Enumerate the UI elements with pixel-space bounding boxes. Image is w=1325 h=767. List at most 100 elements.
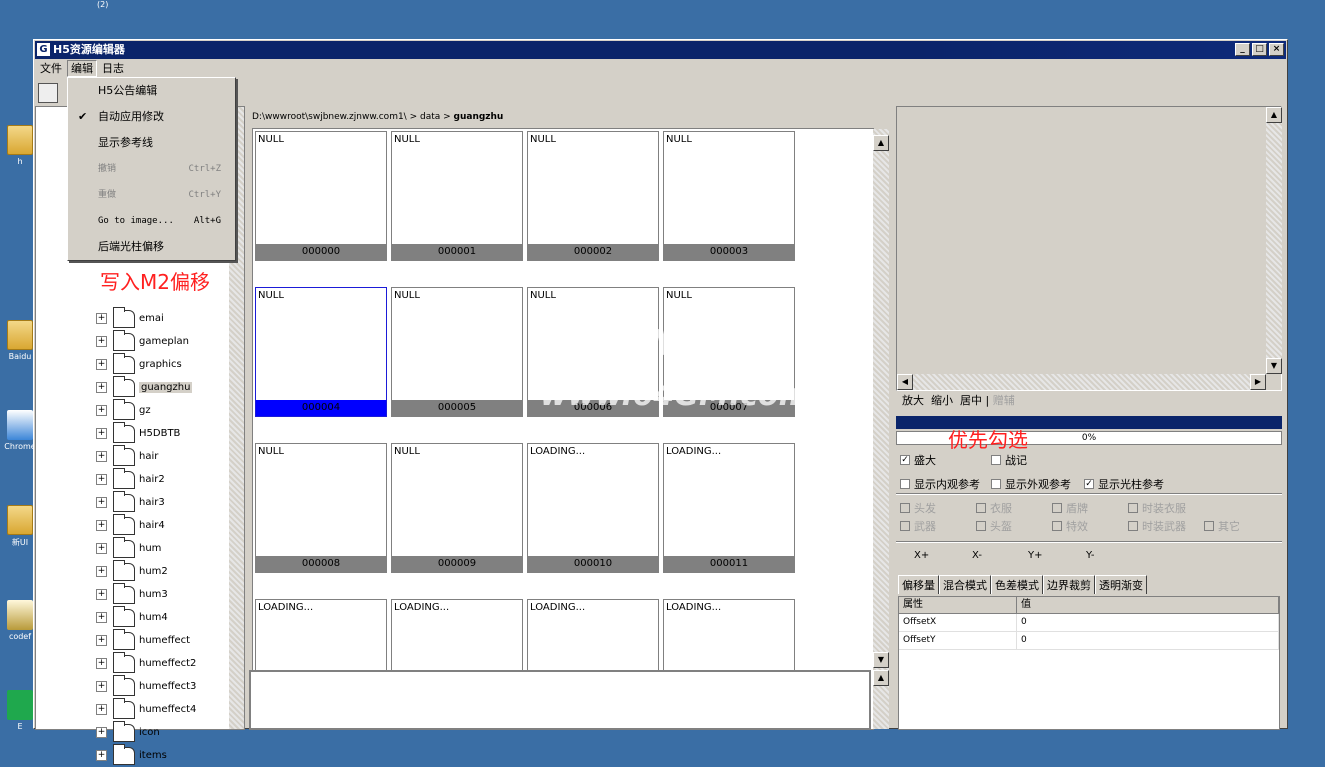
tab[interactable]: 边界裁剪 bbox=[1043, 575, 1095, 594]
title-bar[interactable]: G H5资源编辑器 _ □ × bbox=[35, 41, 1286, 59]
tab[interactable]: 混合模式 bbox=[939, 575, 991, 594]
checkbox-icon[interactable] bbox=[900, 479, 910, 489]
preview-hscrollbar[interactable] bbox=[897, 374, 1266, 390]
image-cell[interactable]: NULL 000003 bbox=[663, 131, 795, 261]
expand-icon[interactable]: + bbox=[96, 635, 107, 646]
menu-log[interactable]: 日志 bbox=[99, 60, 127, 78]
checkbox-icon[interactable]: ✓ bbox=[900, 455, 910, 465]
expand-icon[interactable]: + bbox=[96, 359, 107, 370]
tree-item[interactable]: + hum3 bbox=[96, 582, 168, 606]
grid-scroll-up[interactable]: ▲ bbox=[873, 135, 889, 151]
option-checkbox[interactable]: ✓ 显示光柱参考 bbox=[1084, 476, 1164, 492]
menu-item[interactable]: 重做 Ctrl+Y bbox=[68, 182, 235, 208]
expand-icon[interactable]: + bbox=[96, 497, 107, 508]
preview-vscrollbar[interactable] bbox=[1266, 107, 1282, 374]
image-cell[interactable]: NULL 000005 bbox=[391, 287, 523, 417]
expand-icon[interactable]: + bbox=[96, 681, 107, 692]
image-cell[interactable]: NULL 000004 bbox=[255, 287, 387, 417]
grid2-scroll-up[interactable]: ▲ bbox=[873, 670, 889, 686]
tree-item[interactable]: + humeffect3 bbox=[96, 674, 196, 698]
tab[interactable]: 透明渐变 bbox=[1095, 575, 1147, 594]
close-button[interactable]: × bbox=[1269, 43, 1284, 56]
maximize-button[interactable]: □ bbox=[1252, 43, 1267, 56]
expand-icon[interactable]: + bbox=[96, 520, 107, 531]
table-row[interactable]: OffsetX 0 bbox=[899, 614, 1279, 632]
tree-item[interactable]: + hum4 bbox=[96, 605, 168, 629]
tree-item[interactable]: + H5DBTB bbox=[96, 421, 180, 445]
image-cell[interactable]: LOADING... 000010 bbox=[527, 443, 659, 573]
menu-item[interactable]: 后端光柱偏移 bbox=[68, 234, 235, 260]
image-cell[interactable]: NULL 000002 bbox=[527, 131, 659, 261]
preview-scroll-right[interactable]: ▶ bbox=[1250, 374, 1266, 390]
tree-item[interactable]: + guangzhu bbox=[96, 375, 193, 399]
tree-item[interactable]: + hair3 bbox=[96, 490, 165, 514]
menu-item[interactable]: ✔ 自动应用修改 bbox=[68, 104, 235, 130]
tree-item[interactable]: + emai bbox=[96, 306, 164, 330]
menu-item[interactable]: 撤销 Ctrl+Z bbox=[68, 156, 235, 182]
preview-scroll-down[interactable]: ▼ bbox=[1266, 358, 1282, 374]
checkbox-icon[interactable]: ✓ bbox=[1084, 479, 1094, 489]
zoom-in-button[interactable]: 放大 bbox=[902, 394, 924, 407]
tree-item[interactable]: + items bbox=[96, 743, 167, 767]
expand-icon[interactable]: + bbox=[96, 658, 107, 669]
image-cell[interactable]: NULL 000008 bbox=[255, 443, 387, 573]
option-checkbox[interactable]: 显示内观参考 bbox=[900, 476, 980, 492]
option-checkbox[interactable]: 显示外观参考 bbox=[991, 476, 1071, 492]
tree-item[interactable]: + hair2 bbox=[96, 467, 165, 491]
expand-icon[interactable]: + bbox=[96, 474, 107, 485]
tree-item[interactable]: + hum bbox=[96, 536, 161, 560]
prop-value[interactable]: 0 bbox=[1017, 614, 1279, 631]
image-cell[interactable]: NULL 000009 bbox=[391, 443, 523, 573]
center-button[interactable]: 居中 bbox=[960, 394, 982, 407]
minimize-button[interactable]: _ bbox=[1235, 43, 1250, 56]
expand-icon[interactable]: + bbox=[96, 612, 107, 623]
tree-item[interactable]: + humeffect4 bbox=[96, 697, 196, 721]
tree-item[interactable]: + icon bbox=[96, 720, 160, 744]
tree-item[interactable]: + humeffect bbox=[96, 628, 190, 652]
grid-scroll-down[interactable]: ▼ bbox=[873, 652, 889, 668]
offset-button[interactable]: Y- bbox=[1086, 550, 1095, 561]
image-cell[interactable]: NULL 000000 bbox=[255, 131, 387, 261]
expand-icon[interactable]: + bbox=[96, 704, 107, 715]
tree-item[interactable]: + graphics bbox=[96, 352, 182, 376]
expand-icon[interactable]: + bbox=[96, 405, 107, 416]
menu-item[interactable]: Go to image... Alt+G bbox=[68, 208, 235, 234]
new-folder-icon[interactable] bbox=[38, 83, 58, 103]
option-checkbox[interactable]: 战记 bbox=[991, 452, 1027, 468]
preview-pane[interactable]: ▲ ▼ ◀ ▶ bbox=[896, 106, 1282, 391]
image-grid[interactable]: NULL 000000 NULL 000001 NULL 000002 NULL 000003… bbox=[252, 128, 889, 730]
menu-item[interactable]: 显示参考线 bbox=[68, 130, 235, 156]
menu-item[interactable]: H5公告编辑 bbox=[68, 78, 235, 104]
checkbox-icon[interactable] bbox=[991, 455, 1001, 465]
expand-icon[interactable]: + bbox=[96, 382, 107, 393]
table-row[interactable]: OffsetY 0 bbox=[899, 632, 1279, 650]
preview-scroll-left[interactable]: ◀ bbox=[897, 374, 913, 390]
tree-item[interactable]: + gz bbox=[96, 398, 151, 422]
expand-icon[interactable]: + bbox=[96, 750, 107, 761]
tab[interactable]: 偏移量 bbox=[898, 575, 939, 594]
grid-scrollbar[interactable] bbox=[873, 129, 889, 729]
property-table[interactable]: 属性 值 OffsetX 0 OffsetY 0 bbox=[898, 596, 1280, 730]
tree-item[interactable]: + hair4 bbox=[96, 513, 165, 537]
prop-value[interactable]: 0 bbox=[1017, 632, 1279, 649]
expand-icon[interactable]: + bbox=[96, 451, 107, 462]
tree-item[interactable]: + gameplan bbox=[96, 329, 189, 353]
offset-button[interactable]: X+ bbox=[914, 550, 929, 561]
tree-item[interactable]: + hum2 bbox=[96, 559, 168, 583]
preview-scroll-up[interactable]: ▲ bbox=[1266, 107, 1282, 123]
zoom-out-button[interactable]: 缩小 bbox=[931, 394, 953, 407]
expand-icon[interactable]: + bbox=[96, 543, 107, 554]
menu-file[interactable]: 文件 bbox=[37, 60, 65, 78]
image-cell[interactable]: LOADING... 000011 bbox=[663, 443, 795, 573]
offset-button[interactable]: X- bbox=[972, 550, 982, 561]
option-checkbox[interactable]: ✓ 盛大 bbox=[900, 452, 936, 468]
image-cell[interactable]: NULL 000001 bbox=[391, 131, 523, 261]
menu-edit[interactable]: 编辑 bbox=[67, 60, 97, 77]
checkbox-icon[interactable] bbox=[991, 479, 1001, 489]
expand-icon[interactable]: + bbox=[96, 589, 107, 600]
tree-item[interactable]: + hair bbox=[96, 444, 158, 468]
offset-button[interactable]: Y+ bbox=[1028, 550, 1043, 561]
expand-icon[interactable]: + bbox=[96, 336, 107, 347]
expand-icon[interactable]: + bbox=[96, 428, 107, 439]
expand-icon[interactable]: + bbox=[96, 566, 107, 577]
